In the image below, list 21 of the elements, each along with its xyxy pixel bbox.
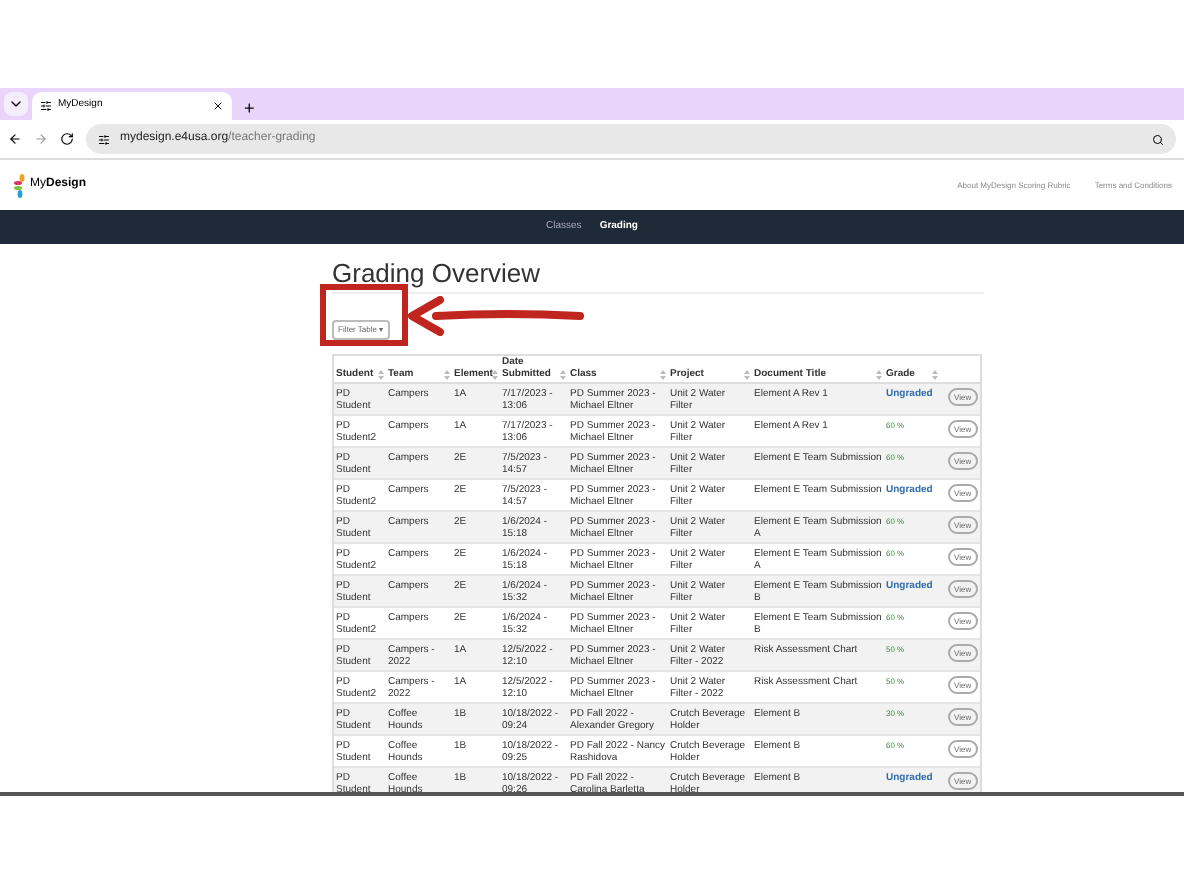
sort-icon[interactable] <box>932 370 938 380</box>
sort-icon[interactable] <box>378 370 384 380</box>
forward-icon[interactable] <box>34 132 48 146</box>
search-icon <box>1152 133 1164 145</box>
chevron-down-icon <box>8 96 24 112</box>
sort-icon[interactable] <box>744 370 750 380</box>
sort-icon[interactable] <box>492 370 499 380</box>
petals-icon <box>12 173 28 197</box>
page-title: Grading Overview <box>332 258 543 288</box>
sort-icon[interactable] <box>660 370 666 380</box>
site-info-icon <box>98 133 110 145</box>
back-icon[interactable] <box>8 132 22 146</box>
close-icon <box>212 100 224 112</box>
highlight-box <box>320 284 408 346</box>
tab-list-button[interactable] <box>4 92 28 116</box>
new-tab-button[interactable]: + <box>236 96 263 120</box>
sort-icon[interactable] <box>560 370 566 380</box>
sort-icon[interactable] <box>876 370 882 380</box>
reload-icon[interactable] <box>60 132 74 146</box>
sort-icon[interactable] <box>444 370 450 380</box>
sliders-icon <box>40 100 52 112</box>
